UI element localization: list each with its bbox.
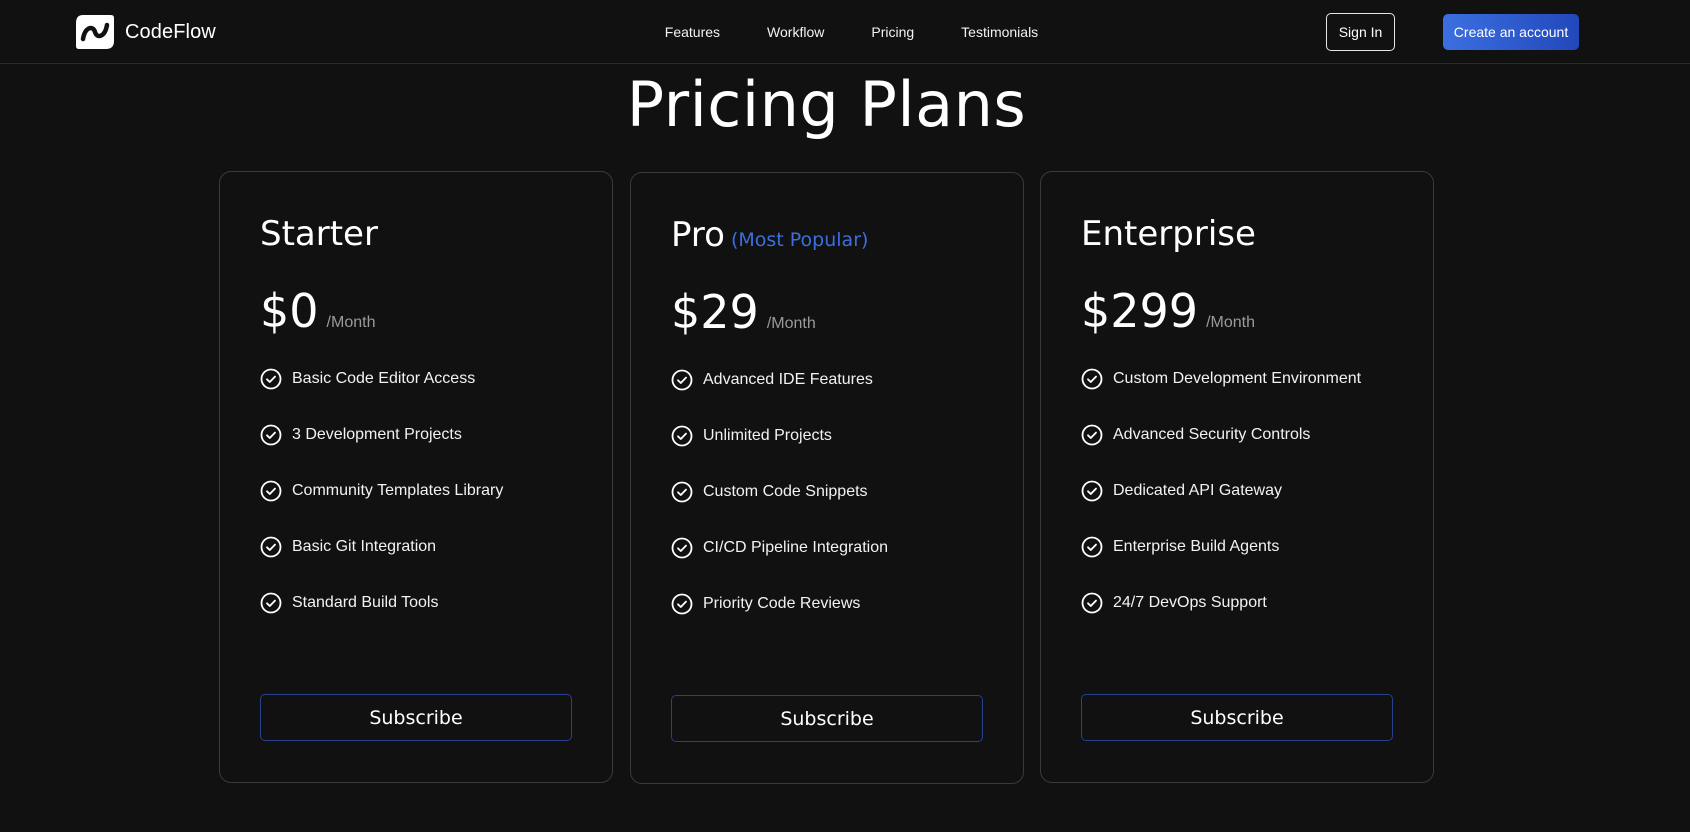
feature-text: Enterprise Build Agents (1113, 538, 1280, 555)
feature-list: Custom Development Environment Advanced … (1081, 367, 1361, 647)
plan-card-starter: Starter $0 /Month Basic Code Editor Acce… (219, 171, 613, 783)
plan-name: Starter (260, 214, 378, 254)
nav-link-features[interactable]: Features (665, 24, 720, 40)
nav-link-testimonials[interactable]: Testimonials (961, 24, 1038, 40)
plan-name-text: Enterprise (1081, 214, 1256, 254)
feature-text: 3 Development Projects (292, 426, 462, 443)
create-account-button[interactable]: Create an account (1443, 14, 1579, 50)
feature-text: Dedicated API Gateway (1113, 482, 1282, 499)
check-circle-icon (260, 424, 282, 446)
brand-name: CodeFlow (125, 20, 216, 43)
feature-item: Enterprise Build Agents (1081, 535, 1361, 559)
feature-text: CI/CD Pipeline Integration (703, 539, 888, 556)
feature-item: Basic Git Integration (260, 535, 503, 559)
feature-item: Advanced Security Controls (1081, 423, 1361, 447)
feature-item: Custom Development Environment (1081, 367, 1361, 391)
main-nav: Features Workflow Pricing Testimonials (0, 0, 1690, 64)
plan-price: $0 (260, 284, 319, 338)
check-circle-icon (671, 425, 693, 447)
feature-item: 3 Development Projects (260, 423, 503, 447)
nav-link-workflow[interactable]: Workflow (767, 24, 824, 40)
check-circle-icon (1081, 424, 1103, 446)
plan-name-text: Pro (671, 215, 725, 255)
feature-item: Basic Code Editor Access (260, 367, 503, 391)
check-circle-icon (260, 536, 282, 558)
feature-item: Unlimited Projects (671, 424, 888, 448)
feature-item: 24/7 DevOps Support (1081, 591, 1361, 615)
check-circle-icon (1081, 592, 1103, 614)
plan-name-text: Starter (260, 214, 378, 254)
feature-item: Community Templates Library (260, 479, 503, 503)
subscribe-button-starter[interactable]: Subscribe (260, 694, 572, 741)
feature-item: Custom Code Snippets (671, 480, 888, 504)
feature-list: Basic Code Editor Access 3 Development P… (260, 367, 503, 647)
plan-price: $29 (671, 285, 759, 339)
price-row: $0 /Month (260, 284, 375, 338)
top-navbar: CodeFlow Features Workflow Pricing Testi… (0, 0, 1690, 64)
plan-name: Pro (Most Popular) (671, 215, 868, 255)
feature-text: Standard Build Tools (292, 594, 439, 611)
feature-text: Advanced Security Controls (1113, 426, 1311, 443)
plan-price: $299 (1081, 284, 1199, 338)
subscribe-button-pro[interactable]: Subscribe (671, 695, 983, 742)
plan-card-enterprise: Enterprise $299 /Month Custom Developmen… (1040, 171, 1434, 783)
feature-text: Basic Code Editor Access (292, 370, 476, 387)
feature-item: CI/CD Pipeline Integration (671, 536, 888, 560)
check-circle-icon (260, 592, 282, 614)
nav-link-pricing[interactable]: Pricing (871, 24, 914, 40)
subscribe-button-enterprise[interactable]: Subscribe (1081, 694, 1393, 741)
check-circle-icon (260, 480, 282, 502)
check-circle-icon (671, 369, 693, 391)
plan-period: /Month (766, 315, 816, 332)
feature-list: Advanced IDE Features Unlimited Projects… (671, 368, 888, 648)
feature-text: Custom Development Environment (1113, 370, 1362, 387)
check-circle-icon (671, 481, 693, 503)
most-popular-tag: (Most Popular) (730, 229, 869, 251)
feature-item: Dedicated API Gateway (1081, 479, 1361, 503)
check-circle-icon (1081, 536, 1103, 558)
plan-period: /Month (326, 314, 376, 331)
check-circle-icon (671, 593, 693, 615)
page-title: Pricing Plans (626, 68, 1027, 141)
feature-text: Basic Git Integration (292, 538, 437, 555)
check-circle-icon (260, 368, 282, 390)
feature-text: Custom Code Snippets (703, 483, 868, 500)
sign-in-button[interactable]: Sign In (1326, 13, 1395, 51)
price-row: $299 /Month (1081, 284, 1255, 338)
plan-period: /Month (1206, 314, 1255, 331)
check-circle-icon (1081, 480, 1103, 502)
brand[interactable]: CodeFlow (75, 13, 216, 51)
feature-item: Priority Code Reviews (671, 592, 888, 616)
feature-text: Advanced IDE Features (703, 371, 873, 388)
check-circle-icon (1081, 368, 1103, 390)
feature-text: 24/7 DevOps Support (1113, 594, 1267, 611)
check-circle-icon (671, 537, 693, 559)
codeflow-logo-icon (76, 15, 114, 49)
feature-text: Priority Code Reviews (703, 595, 861, 612)
feature-item: Standard Build Tools (260, 591, 503, 615)
price-row: $29 /Month (671, 285, 816, 339)
feature-item: Advanced IDE Features (671, 368, 888, 392)
feature-text: Community Templates Library (292, 482, 504, 499)
plan-name: Enterprise (1081, 214, 1256, 254)
feature-text: Unlimited Projects (703, 427, 832, 444)
plan-card-pro: Pro (Most Popular) $29 /Month Advanced ID… (630, 172, 1024, 784)
